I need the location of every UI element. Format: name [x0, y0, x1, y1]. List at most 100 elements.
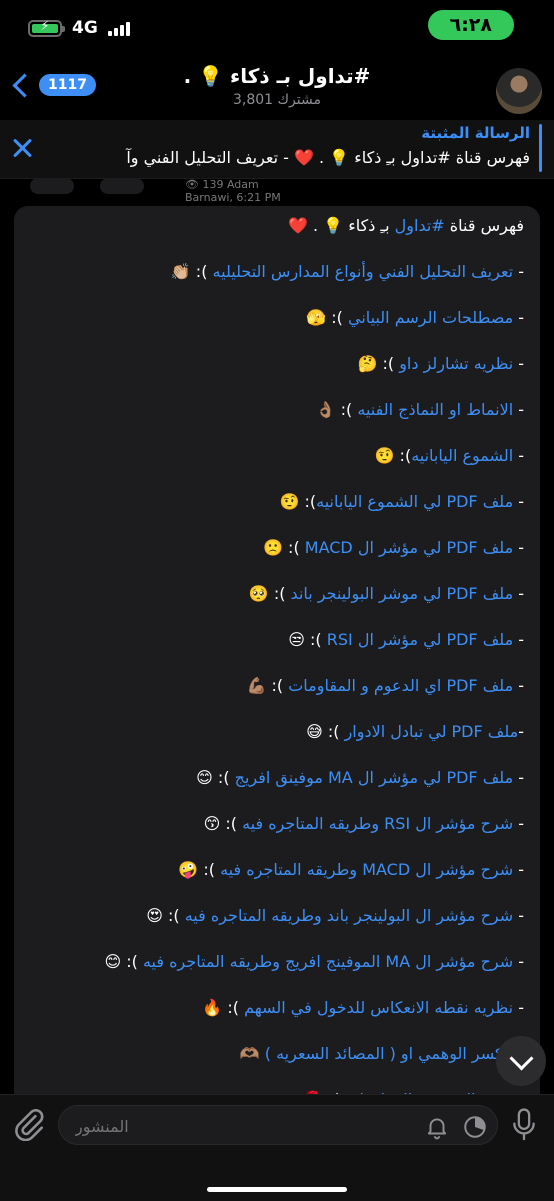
message-input[interactable] — [73, 1114, 377, 1138]
intro-prefix: فهرس قناة — [444, 216, 524, 235]
battery-icon: ⚡ — [28, 19, 65, 37]
item-link[interactable]: ملف PDF لي مؤشر ال MACD — [305, 538, 513, 557]
item-suffix: ): 🤔 — [357, 354, 400, 373]
index-item: - شرح مؤشر ال البولينجر باند وطريقه المت… — [24, 904, 524, 928]
index-item: - ملف PDF اي الدعوم و المقاومات ): 💪🏽 — [24, 674, 524, 698]
item-prefix: - — [513, 354, 524, 373]
item-suffix: ): 🤪 — [178, 860, 221, 879]
message-text: فهرس قناة #تداول بـِ ذكاء 💡 . ❤️ - تعريف… — [14, 206, 540, 1106]
item-link[interactable]: ملف PDF لي مؤشر ال RSI — [327, 630, 513, 649]
item-link[interactable]: شرح مؤشر ال MA الموفينج افريج وطريقه الم… — [143, 952, 513, 971]
item-suffix: ): 💪🏽 — [246, 676, 289, 695]
item-link[interactable]: الشموع اليابانيه — [411, 446, 513, 465]
item-link[interactable]: ملف PDF لي موشر البولينجر باند — [291, 584, 514, 603]
item-prefix: - — [513, 630, 524, 649]
index-item: - نظريه نقطه الانعكاس للدخول في السهم ):… — [24, 996, 524, 1020]
item-prefix: - — [513, 492, 524, 511]
item-link[interactable]: ملف PDF لي الشموع اليابانيه — [316, 492, 513, 511]
item-link[interactable]: ملف PDF لي تبادل الادوار — [345, 722, 519, 741]
item-suffix: ): 😙 — [203, 814, 243, 833]
message-intro: فهرس قناة #تداول بـِ ذكاء 💡 . ❤️ — [24, 214, 524, 238]
item-suffix: ): 👏🏼 — [170, 262, 213, 281]
item-prefix: - — [513, 814, 524, 833]
hashtag-link[interactable]: #تداول — [395, 216, 445, 235]
item-prefix: - — [513, 676, 524, 695]
channel-title[interactable]: #تداول بـ ذكاء 💡 . — [0, 64, 554, 88]
index-item: - مصطلحات الرسم البياني ): 🫣 — [24, 306, 524, 330]
subscriber-count: 3,801 مشترك — [232, 92, 321, 108]
status-time: ٦:٢٨ — [427, 10, 514, 40]
item-link[interactable]: نظريه نقطه الانعكاس للدخول في السهم — [244, 998, 513, 1017]
message-meta: 👁 139 Adam Barnawi, 6:21 PM — [185, 178, 290, 204]
item-suffix: ): 🤨 — [279, 492, 317, 511]
item-prefix: - — [513, 860, 524, 879]
home-indicator — [207, 1187, 347, 1192]
bell-icon[interactable] — [424, 1114, 450, 1140]
item-prefix: - — [513, 584, 524, 603]
index-item: - نظريه تشارلز داو ): 🤔 — [24, 352, 524, 376]
item-suffix: ): 🫣 — [306, 308, 348, 327]
composer-bar — [0, 1094, 554, 1201]
item-prefix: - — [513, 308, 524, 327]
item-suffix: ): 🔥 — [202, 998, 245, 1017]
index-item: -ملف PDF لي تبادل الادوار ): 😅 — [24, 720, 524, 744]
timer-icon[interactable] — [462, 1114, 488, 1140]
message-input-box[interactable] — [58, 1105, 498, 1145]
scroll-down-button[interactable] — [496, 1036, 546, 1086]
index-item: - شرح مؤشر ال RSI وطريقه المتاجره فيه ):… — [24, 812, 524, 836]
reaction-chip[interactable] — [100, 178, 144, 194]
pinned-message[interactable]: الرسالة المثبتة فهرس قناة #تداول بـِ ذكا… — [0, 120, 554, 179]
item-prefix: - — [513, 768, 524, 787]
item-suffix: ): 😊 — [196, 768, 235, 787]
item-link[interactable]: مصطلحات الرسم البياني — [348, 308, 513, 327]
item-link[interactable]: ملف PDF اي الدعوم و المقاومات — [288, 676, 513, 695]
item-link[interactable]: شرح مؤشر ال البولينجر باند وطريقه المتاج… — [185, 906, 513, 925]
pinned-text: فهرس قناة #تداول بـِ ذكاء 💡 . ❤️ - تعريف… — [126, 148, 530, 167]
item-link[interactable]: ملف PDF لي مؤشر ال MA موفينق افريج — [235, 768, 514, 787]
index-item: - ملف PDF لي مؤشر ال MA موفينق افريج ): … — [24, 766, 524, 790]
item-prefix: - — [513, 446, 524, 465]
network-type: 4G — [72, 18, 98, 38]
close-icon[interactable] — [8, 134, 36, 162]
index-item: - شرح مؤشر ال MA الموفينج افريج وطريقه ا… — [24, 950, 524, 974]
pinned-accent-bar — [539, 124, 542, 172]
signal-icon — [107, 20, 130, 36]
item-link[interactable]: الكسر الوهمي او ( المصائد السعريه ) — [265, 1044, 513, 1063]
pinned-label: الرسالة المثبتة — [421, 124, 530, 142]
previous-message-footer: 👁 139 Adam Barnawi, 6:21 PM — [30, 178, 290, 204]
item-link[interactable]: نظريه تشارلز داو — [399, 354, 513, 373]
intro-suffix: بـِ ذكاء 💡 . ❤️ — [288, 216, 395, 235]
item-link[interactable]: شرح مؤشر ال RSI وطريقه المتاجره فيه — [242, 814, 513, 833]
paperclip-icon[interactable] — [12, 1107, 46, 1141]
index-item: - تعريف التحليل الفني وأنواع المدارس الت… — [24, 260, 524, 284]
status-bar: ⚡ 4G ٦:٢٨ — [0, 0, 554, 60]
item-suffix: ): 🙁 — [263, 538, 305, 557]
index-item: - الانماط او النماذج الفنيه ): 👌🏽 — [24, 398, 524, 422]
index-item: - ملف PDF لي الشموع اليابانيه): 🤨 — [24, 490, 524, 514]
eye-icon: 👁 — [185, 178, 203, 191]
item-suffix: ): 👌🏽 — [315, 400, 358, 419]
status-left: ⚡ 4G — [28, 18, 130, 38]
index-item: - ملف PDF لي مؤشر ال RSI ): 😒 — [24, 628, 524, 652]
index-item: - الكسر الوهمي او ( المصائد السعريه ) 🫶🏽 — [24, 1042, 524, 1066]
item-suffix: ): 😍 — [146, 906, 185, 925]
item-link[interactable]: الانماط او النماذج الفنيه — [357, 400, 513, 419]
index-item: - الشموع اليابانيه): 🤨 — [24, 444, 524, 468]
item-link[interactable]: شرح مؤشر ال MACD وطريقه المتاجره فيه — [220, 860, 513, 879]
item-prefix: - — [513, 538, 524, 557]
chat-header: 1117 #تداول بـ ذكاء 💡 . 3,801 مشترك — [0, 60, 554, 120]
index-item: - ملف PDF لي مؤشر ال MACD ): 🙁 — [24, 536, 524, 560]
reaction-chip[interactable] — [30, 178, 74, 194]
message-bubble: فهرس قناة #تداول بـِ ذكاء 💡 . ❤️ - تعريف… — [14, 206, 540, 1106]
item-prefix: - — [518, 722, 524, 741]
item-suffix: ): 😊 — [104, 952, 143, 971]
item-prefix: - — [513, 952, 524, 971]
item-link[interactable]: تعريف التحليل الفني وأنواع المدارس التحل… — [213, 262, 514, 281]
microphone-icon[interactable] — [508, 1107, 540, 1143]
item-suffix: ): 🤨 — [374, 446, 412, 465]
index-item: - ملف PDF لي موشر البولينجر باند ): 🥺 — [24, 582, 524, 606]
avatar[interactable] — [496, 68, 542, 114]
item-suffix: ): 🥺 — [248, 584, 291, 603]
item-suffix: 🫶🏽 — [239, 1044, 265, 1063]
item-prefix: - — [513, 906, 524, 925]
